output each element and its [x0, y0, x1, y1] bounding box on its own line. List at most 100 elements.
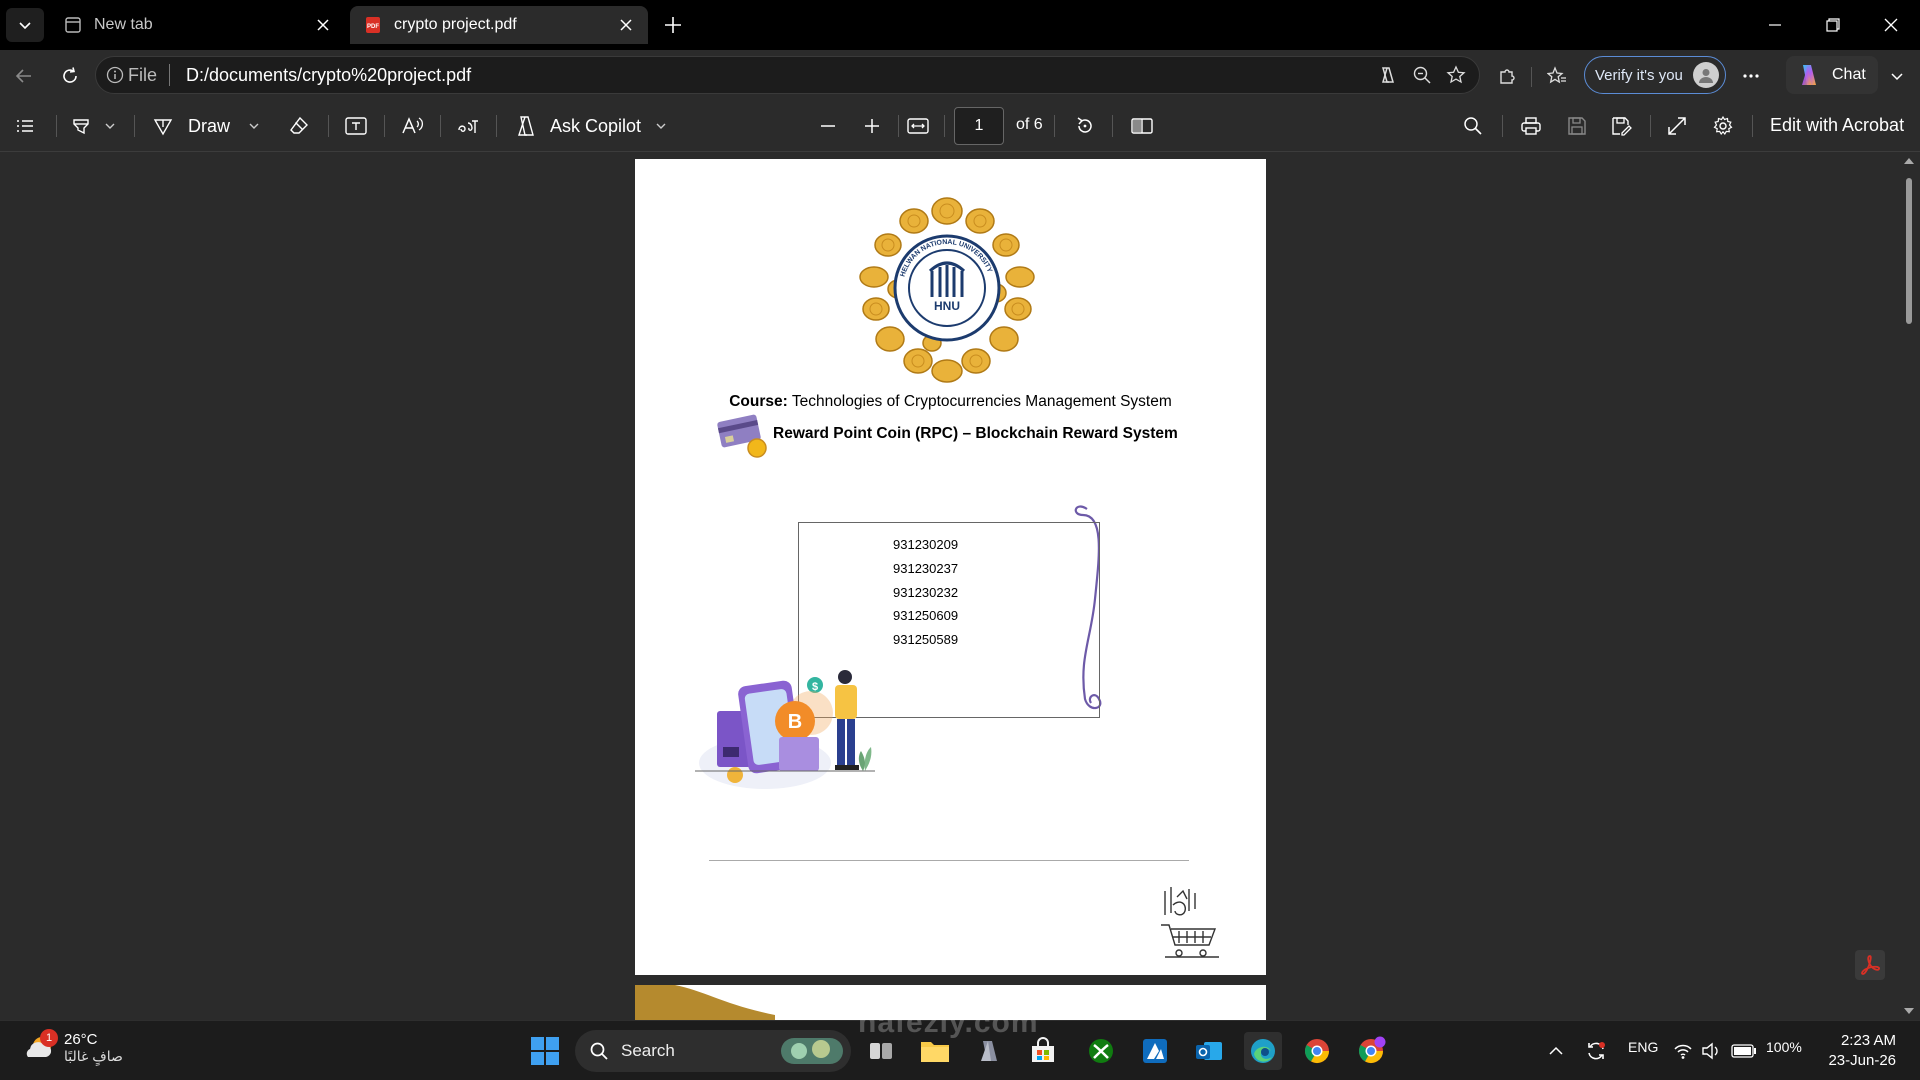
azure-icon [1143, 1039, 1167, 1063]
settings-more-button[interactable] [1734, 59, 1768, 93]
restore-button[interactable] [1804, 0, 1862, 50]
ask-copilot-button[interactable]: Ask Copilot [514, 110, 667, 142]
xbox-button[interactable] [1082, 1032, 1120, 1070]
outlook-button[interactable] [1190, 1032, 1228, 1070]
zoom-out-icon [1413, 66, 1431, 84]
copilot-icon [1382, 67, 1394, 83]
fit-to-width-button[interactable] [906, 110, 930, 142]
scrollbar-thumb[interactable] [1906, 178, 1912, 324]
scroll-up-arrow-icon[interactable] [1902, 156, 1916, 166]
student-id: 931230237 [893, 561, 959, 576]
save-as-button[interactable] [1610, 110, 1632, 142]
contents-button[interactable] [14, 110, 36, 142]
horizontal-rule [709, 860, 1189, 861]
project-title: Reward Point Coin (RPC) – Blockchain Rew… [773, 425, 1178, 442]
zoom-out-button[interactable] [818, 110, 838, 142]
chrome-profile-button[interactable] [1352, 1032, 1390, 1070]
printer-icon [1521, 117, 1541, 135]
azure-app-button[interactable] [1136, 1032, 1174, 1070]
read-aloud-icon [402, 117, 423, 134]
new-tab-button[interactable] [656, 10, 690, 40]
edit-with-acrobat-button[interactable]: Edit with Acrobat [1770, 115, 1904, 136]
tab-new-tab[interactable]: New tab [50, 6, 345, 44]
print-button[interactable] [1520, 110, 1542, 142]
highlight-button[interactable] [70, 110, 116, 142]
outlook-icon [1196, 1042, 1222, 1060]
sidebar-dropdown-button[interactable] [1882, 59, 1912, 93]
full-screen-button[interactable] [1666, 110, 1688, 142]
taskbar-search[interactable]: Search [575, 1030, 851, 1072]
tab-close-button[interactable] [614, 13, 638, 37]
separator [56, 115, 57, 137]
tab-close-button[interactable] [311, 13, 335, 37]
course-label: Course: [729, 393, 788, 410]
draw-button[interactable]: Draw [152, 110, 260, 142]
chrome-icon [1304, 1039, 1329, 1064]
refresh-button[interactable] [54, 60, 86, 92]
windows-logo-icon [531, 1037, 559, 1065]
translate-button[interactable] [456, 110, 480, 142]
clock[interactable]: 2:23 AM 23-Jun-26 [1820, 1031, 1896, 1071]
copilot-chat-button[interactable]: Chat [1786, 56, 1878, 94]
back-button[interactable] [8, 60, 40, 92]
edge-icon [1251, 1039, 1275, 1063]
profile-verify-button[interactable]: Verify it's you [1584, 56, 1726, 94]
tab-title: New tab [94, 16, 153, 33]
pdf-settings-button[interactable] [1712, 110, 1734, 142]
acrobat-button[interactable] [1855, 950, 1885, 980]
scroll-down-arrow-icon[interactable] [1902, 1006, 1916, 1016]
separator [134, 115, 135, 137]
copilot-vision-button[interactable] [1371, 58, 1405, 92]
quick-settings-button[interactable] [1670, 1032, 1760, 1070]
zoom-in-button[interactable] [862, 110, 882, 142]
close-window-button[interactable] [1862, 0, 1920, 50]
sync-status-button[interactable] [1577, 1032, 1615, 1070]
draw-label: Draw [188, 115, 231, 136]
back-arrow-icon [15, 69, 31, 83]
vertical-scrollbar[interactable] [1902, 156, 1916, 1016]
address-bar[interactable]: File D:/documents/crypto%20project.pdf [95, 56, 1480, 94]
edge-browser-button[interactable] [1244, 1032, 1282, 1070]
extensions-button[interactable] [1490, 59, 1524, 93]
zoom-button[interactable] [1405, 58, 1439, 92]
tab-crypto-pdf[interactable]: PDF crypto project.pdf [350, 6, 648, 44]
add-text-button[interactable] [344, 110, 368, 142]
site-info-button[interactable]: File [106, 65, 157, 86]
rotate-button[interactable] [1074, 110, 1096, 142]
url-text[interactable]: D:/documents/crypto%20project.pdf [186, 65, 1371, 86]
favorite-button[interactable] [1439, 58, 1473, 92]
separator [944, 115, 945, 137]
read-aloud-button[interactable] [400, 110, 424, 142]
separator [898, 115, 899, 137]
show-hidden-icons-button[interactable] [1537, 1032, 1575, 1070]
separator [328, 115, 329, 137]
weather-widget[interactable]: 1 26°C صافٍ غالبًا [22, 1029, 123, 1065]
task-view-icon [870, 1043, 892, 1059]
pdf-viewer[interactable]: HNU HELWAN NATIONAL UNIVERSITY Course: T… [0, 153, 1920, 1020]
course-name: Technologies of Cryptocurrencies Managem… [791, 393, 1172, 410]
save-button[interactable] [1566, 110, 1588, 142]
pdf-page-1: HNU HELWAN NATIONAL UNIVERSITY Course: T… [635, 159, 1266, 975]
search-label: Search [621, 1041, 675, 1060]
start-button[interactable] [526, 1032, 564, 1070]
star-icon [1446, 65, 1466, 84]
input-language[interactable]: ENG [1628, 1039, 1658, 1055]
university-coin-logo: HNU HELWAN NATIONAL UNIVERSITY [859, 197, 1035, 383]
page-view-button[interactable] [1130, 110, 1154, 142]
separator [384, 115, 385, 137]
minimize-button[interactable] [1746, 0, 1804, 50]
find-button[interactable] [1462, 110, 1484, 142]
close-icon [620, 19, 632, 31]
search-icon [1464, 117, 1482, 135]
tab-strip: New tab PDF crypto project.pdf [0, 0, 1920, 50]
tab-actions-button[interactable] [6, 8, 44, 42]
weather-alert-badge: 1 [40, 1029, 58, 1047]
search-highlight-image [781, 1038, 843, 1064]
erase-button[interactable] [288, 110, 310, 142]
chrome-button[interactable] [1298, 1032, 1336, 1070]
copilot-logo-icon [1802, 65, 1816, 85]
sync-icon [1588, 1042, 1605, 1060]
tab-title: crypto project.pdf [394, 16, 517, 33]
favorites-button[interactable] [1540, 59, 1574, 93]
page-number-input[interactable]: 1 [954, 107, 1004, 145]
